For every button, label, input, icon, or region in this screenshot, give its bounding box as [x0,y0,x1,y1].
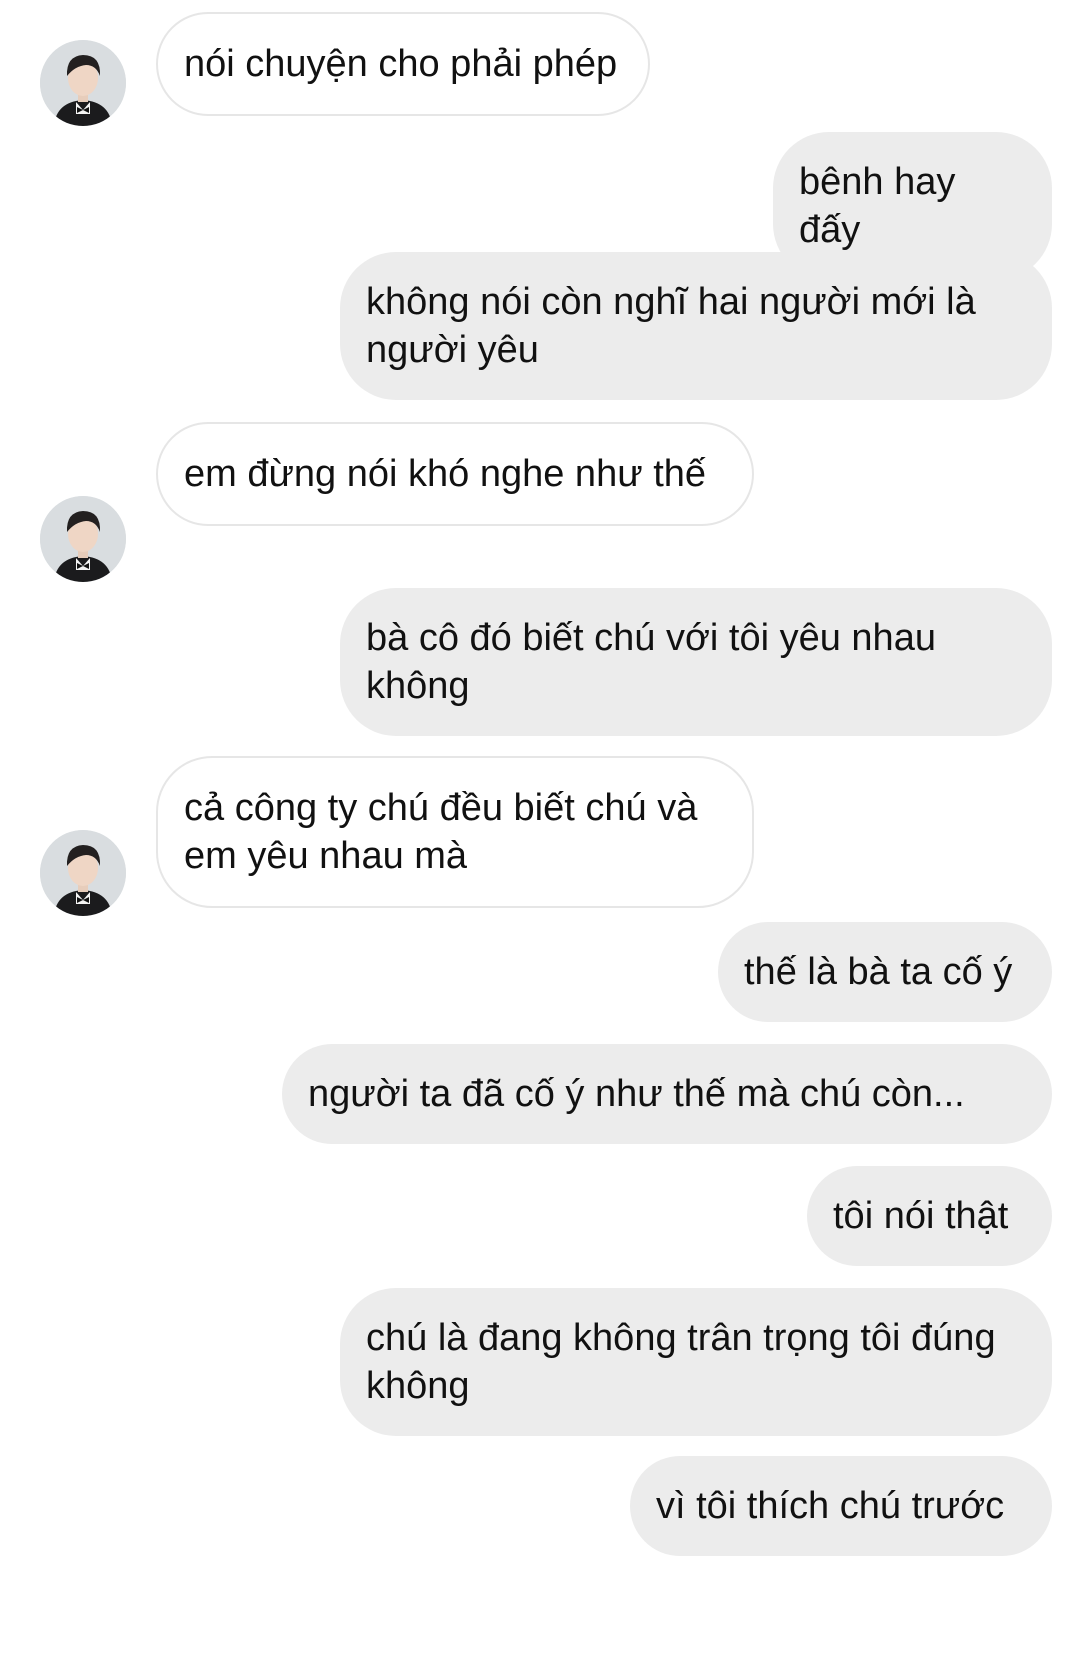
avatar-icon[interactable] [40,40,126,126]
message-text: vì tôi thích chú trước [656,1485,1005,1527]
chat-thread: nói chuyện cho phải phép bênh hay đấy kh… [0,0,1080,1662]
message-bubble-incoming[interactable]: nói chuyện cho phải phép [156,12,650,116]
message-bubble-outgoing[interactable]: không nói còn nghĩ hai người mới là ngườ… [340,252,1052,400]
message-bubble-outgoing[interactable]: bà cô đó biết chú với tôi yêu nhau không [340,588,1052,736]
message-bubble-outgoing[interactable]: vì tôi thích chú trước [630,1456,1052,1556]
message-bubble-incoming[interactable]: cả công ty chú đều biết chú và em yêu nh… [156,756,754,908]
message-bubble-outgoing[interactable]: tôi nói thật [807,1166,1052,1266]
message-bubble-outgoing[interactable]: chú là đang không trân trọng tôi đúng kh… [340,1288,1052,1436]
avatar-icon[interactable] [40,496,126,582]
message-bubble-incoming[interactable]: em đừng nói khó nghe như thế [156,422,754,526]
message-text: bênh hay đấy [799,161,956,251]
message-text: chú là đang không trân trọng tôi đúng kh… [366,1317,996,1407]
message-text: nói chuyện cho phải phép [184,43,618,85]
avatar-icon[interactable] [40,830,126,916]
message-text: người ta đã cố ý như thế mà chú còn... [308,1073,965,1115]
message-text: bà cô đó biết chú với tôi yêu nhau không [366,617,936,707]
message-bubble-outgoing[interactable]: thế là bà ta cố ý [718,922,1052,1022]
message-text: cả công ty chú đều biết chú và em yêu nh… [184,787,698,877]
message-text: tôi nói thật [833,1195,1009,1237]
message-text: em đừng nói khó nghe như thế [184,453,707,495]
message-text: không nói còn nghĩ hai người mới là ngườ… [366,281,976,371]
message-bubble-outgoing[interactable]: người ta đã cố ý như thế mà chú còn... [282,1044,1052,1144]
message-text: thế là bà ta cố ý [744,951,1013,993]
